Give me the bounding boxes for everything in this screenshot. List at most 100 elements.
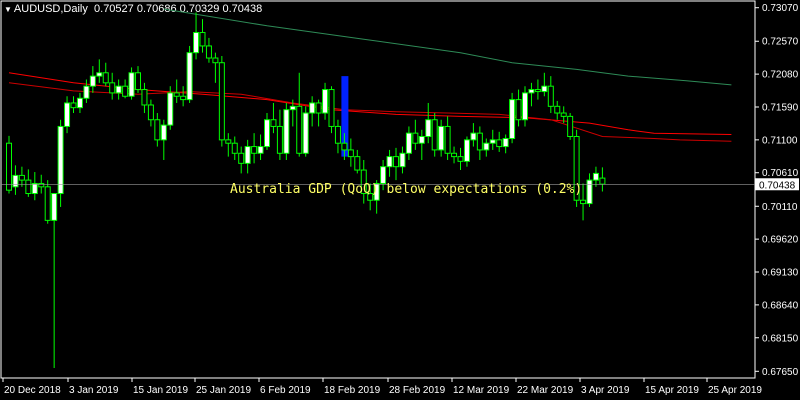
candle-body-bull[interactable] xyxy=(470,132,477,141)
candle-body-bull[interactable] xyxy=(51,193,58,221)
candle-body-bear[interactable] xyxy=(347,149,354,158)
candle-body-bull[interactable] xyxy=(386,156,393,168)
candle-body-bear[interactable] xyxy=(102,72,109,84)
candle-body-bull[interactable] xyxy=(193,32,200,54)
candle-body-bull[interactable] xyxy=(483,142,490,151)
candle-body-bull[interactable] xyxy=(586,179,593,205)
candle-body-bull[interactable] xyxy=(528,89,535,94)
candle-body-bull[interactable] xyxy=(541,85,548,93)
candle-body-bear[interactable] xyxy=(231,142,238,154)
price-chart[interactable]: 0.73070 0.72570 0.72080 0.71590 0.71100 0.706… xyxy=(0,0,800,400)
candle-body-bull[interactable] xyxy=(438,125,445,151)
candle-body-bull[interactable] xyxy=(309,102,316,114)
candle-body-bear[interactable] xyxy=(6,142,12,191)
x-tick-label: 18 Feb 2019 xyxy=(324,385,381,396)
candle-body-bear[interactable] xyxy=(199,32,206,47)
candle-body-bear[interactable] xyxy=(476,132,483,151)
x-tick-label: 15 Jan 2019 xyxy=(133,385,188,396)
candle-body-bear[interactable] xyxy=(599,177,606,185)
candle-body-bull[interactable] xyxy=(322,89,329,114)
x-tick-label: 3 Apr 2019 xyxy=(581,385,630,396)
candle-body-bear[interactable] xyxy=(341,142,348,151)
candle-body-bull[interactable] xyxy=(160,124,167,141)
candle-body-bear[interactable] xyxy=(238,152,245,164)
candle-body-bull[interactable] xyxy=(31,182,38,195)
candle-body-bull[interactable] xyxy=(380,166,387,184)
candle-body-bull[interactable] xyxy=(64,102,71,127)
candle-body-bear[interactable] xyxy=(444,125,451,154)
candle-body-bull[interactable] xyxy=(502,138,509,148)
candle-body-bear[interactable] xyxy=(270,119,277,127)
candle-body-bull[interactable] xyxy=(489,139,496,144)
candle-body-bull[interactable] xyxy=(509,99,516,140)
candle-body-bear[interactable] xyxy=(25,179,32,195)
candle-body-bear[interactable] xyxy=(180,95,187,101)
y-tick-label: 0.68150 xyxy=(762,333,799,344)
candle-body-bull[interactable] xyxy=(522,92,528,121)
candle-body-bear[interactable] xyxy=(354,156,361,171)
candle-body-bull[interactable] xyxy=(399,152,406,168)
candle-body-bull[interactable] xyxy=(12,174,19,188)
candle-body-bear[interactable] xyxy=(212,57,219,64)
candle-body-bull[interactable] xyxy=(283,109,290,154)
candle-body-bull[interactable] xyxy=(57,125,64,195)
candle-body-bear[interactable] xyxy=(560,112,567,117)
candle-body-bear[interactable] xyxy=(431,119,438,151)
candle-body-bear[interactable] xyxy=(534,89,541,93)
candle-body-bull[interactable] xyxy=(405,132,412,154)
candle-body-bear[interactable] xyxy=(70,102,77,109)
candle-body-bear[interactable] xyxy=(251,146,258,154)
y-tick-label: 0.72080 xyxy=(762,70,799,81)
candle-body-bear[interactable] xyxy=(225,139,232,144)
candle-body-bear[interactable] xyxy=(173,92,180,97)
candle-body-bull[interactable] xyxy=(89,75,96,87)
candle-body-bull[interactable] xyxy=(289,105,296,111)
candle-body-bear[interactable] xyxy=(334,125,341,144)
candle-body-bull[interactable] xyxy=(302,112,309,154)
candle-body-bear[interactable] xyxy=(496,139,503,148)
candle-body-bull[interactable] xyxy=(257,146,264,154)
candle-body-bull[interactable] xyxy=(264,119,270,148)
candle-body-bear[interactable] xyxy=(315,102,322,114)
candle-body-bear[interactable] xyxy=(218,62,225,141)
candle-body-bear[interactable] xyxy=(328,89,335,127)
candle-body-bull[interactable] xyxy=(418,136,425,144)
x-tick-label: 28 Feb 2019 xyxy=(389,385,446,396)
candle-body-bull[interactable] xyxy=(167,92,174,126)
candle-body-bull[interactable] xyxy=(96,72,103,77)
candle-body-bear[interactable] xyxy=(547,85,554,107)
candle-body-bull[interactable] xyxy=(592,172,599,181)
candle-body-bear[interactable] xyxy=(451,152,458,158)
candle-body-bear[interactable] xyxy=(567,115,574,138)
candle-body-bear[interactable] xyxy=(205,45,212,59)
candle-body-bull[interactable] xyxy=(425,119,432,138)
candle-body-bear[interactable] xyxy=(18,174,25,181)
x-tick-label: 25 Apr 2019 xyxy=(708,385,762,396)
candle-body-bull[interactable] xyxy=(128,72,135,97)
candle-body-bear[interactable] xyxy=(141,89,148,106)
y-tick-label: 0.71590 xyxy=(762,102,799,113)
y-tick-label: 0.67650 xyxy=(762,367,799,378)
candle-body-bear[interactable] xyxy=(154,119,161,141)
candle-body-bull[interactable] xyxy=(76,97,83,109)
candle-body-bear[interactable] xyxy=(515,99,522,121)
candle-body-bear[interactable] xyxy=(580,199,587,205)
candle-body-bear[interactable] xyxy=(276,125,283,154)
candle-body-bear[interactable] xyxy=(44,186,51,221)
candle-body-bull[interactable] xyxy=(463,139,470,162)
candle-body-bear[interactable] xyxy=(393,156,399,168)
candle-body-bull[interactable] xyxy=(83,85,90,99)
candle-body-bear[interactable] xyxy=(296,105,303,154)
candle-body-bear[interactable] xyxy=(457,156,464,162)
candle-body-bear[interactable] xyxy=(122,85,129,97)
candle-body-bear[interactable] xyxy=(554,105,561,114)
candle-body-bear[interactable] xyxy=(412,132,419,144)
candle-body-bull[interactable] xyxy=(115,85,122,94)
candle-body-bull[interactable] xyxy=(244,146,251,164)
candle-body-bear[interactable] xyxy=(135,72,141,91)
candle-body-bear[interactable] xyxy=(38,182,45,188)
candle-body-bear[interactable] xyxy=(109,82,116,94)
candle-body-bear[interactable] xyxy=(147,104,154,121)
candle-body-bull[interactable] xyxy=(186,52,193,101)
y-tick-label: 0.68640 xyxy=(762,300,799,311)
